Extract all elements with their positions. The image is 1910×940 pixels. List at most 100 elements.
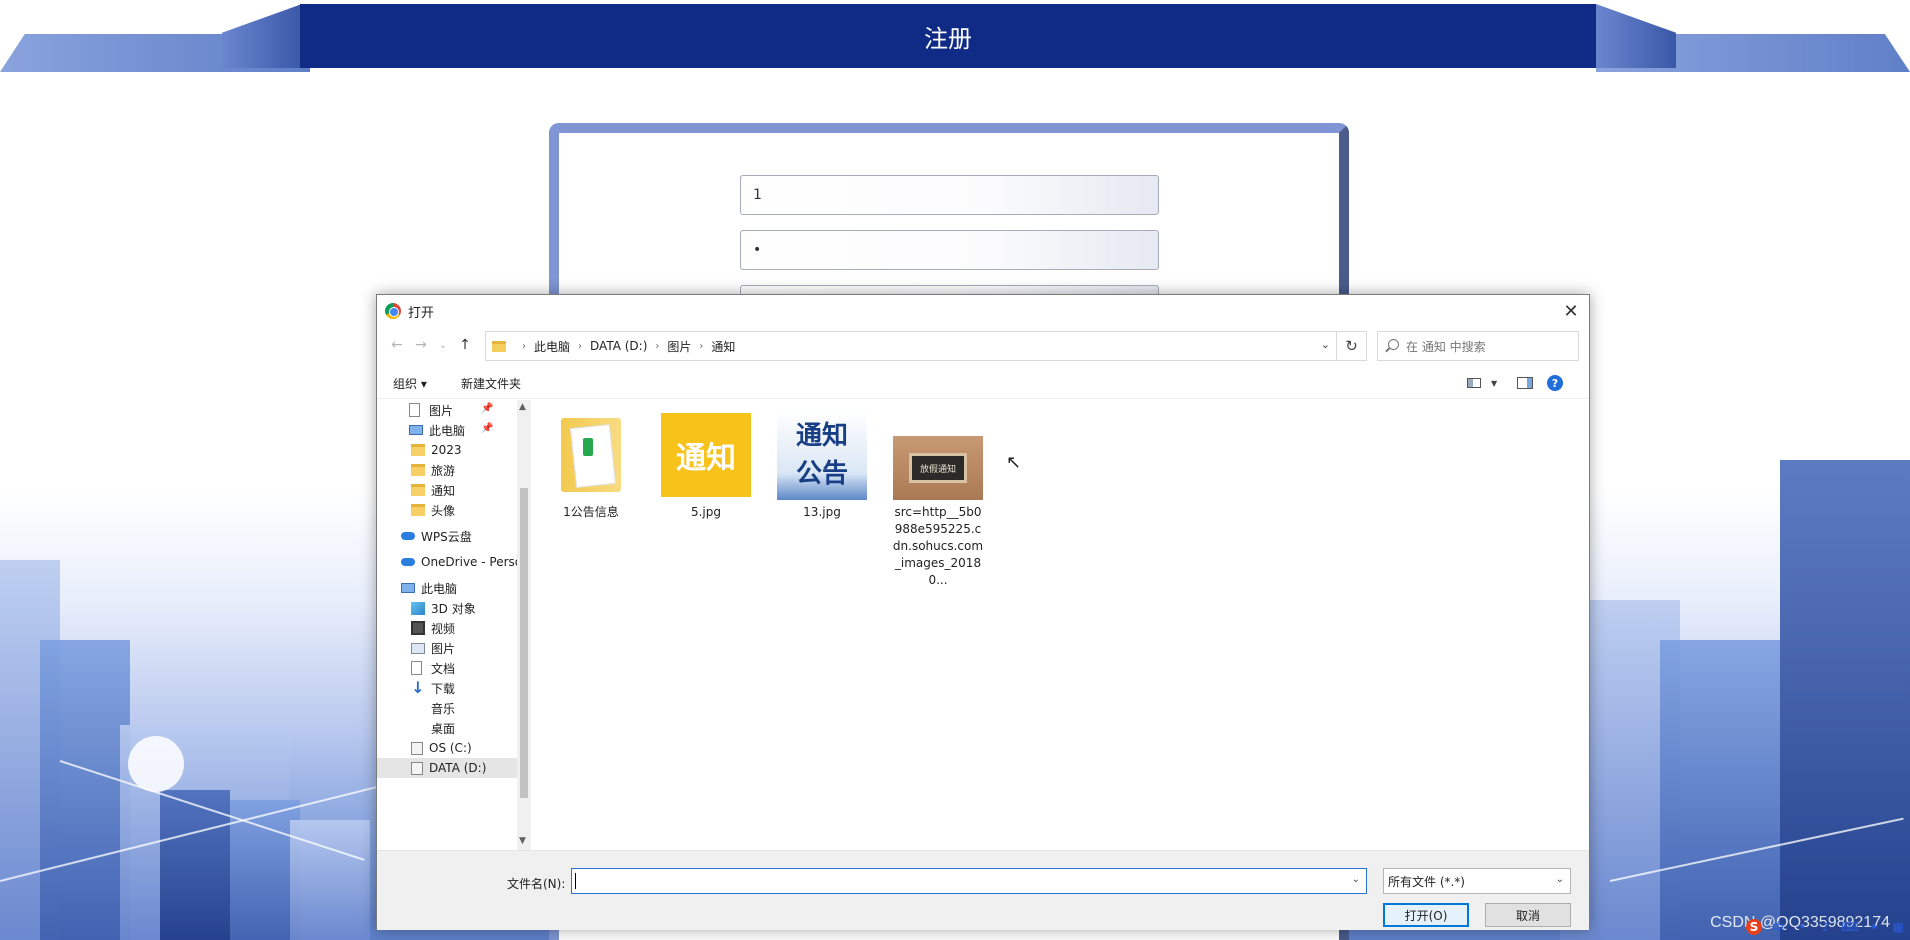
sidebar-item-this-pc-pinned[interactable]: 此电脑 📌 [409, 420, 493, 440]
image-text: 通知公告 [795, 421, 848, 489]
search-input[interactable]: 在 通知 中搜索 [1377, 331, 1579, 361]
drive-icon [411, 741, 423, 755]
image-preview: 放假通知 [893, 436, 983, 500]
sidebar-item-label: 图片 [431, 641, 456, 656]
chevron-right-icon: › [522, 340, 526, 352]
breadcrumb-item[interactable]: DATA (D:) [590, 339, 647, 353]
file-item-folder[interactable]: 1公告信息 [541, 410, 641, 521]
back-arrow-icon[interactable]: ← [387, 335, 407, 355]
scroll-up-icon[interactable]: ▲ [519, 402, 526, 412]
change-view-button[interactable]: ▼ [1467, 373, 1497, 393]
dialog-toolbar: 组织 ▾ 新建文件夹 ▼ ? [377, 367, 1589, 399]
scrollbar-thumb[interactable] [520, 488, 528, 798]
file-name: src=http__5b0988e595225.cdn.sohucs.com_i… [892, 505, 984, 587]
folder-icon [411, 484, 425, 496]
sidebar-item-this-pc[interactable]: 此电脑 [401, 578, 457, 598]
pin-icon: 📌 [481, 403, 494, 414]
search-icon [1388, 339, 1399, 350]
scroll-down-icon[interactable]: ▼ [519, 836, 526, 846]
file-item-image[interactable]: 通知 5.jpg [656, 410, 756, 521]
keyboard-icon[interactable]: ⌨ [1841, 919, 1858, 935]
cancel-button[interactable]: 取消 [1485, 903, 1571, 927]
sidebar-scrollbar[interactable]: ▲ ▼ [517, 400, 531, 850]
drive-icon [411, 761, 423, 775]
breadcrumb-item[interactable]: 通知 [711, 338, 735, 355]
dialog-footer: 文件名(N): ⌄ 所有文件 (*.*) ⌄ 打开(O) 取消 [377, 850, 1589, 930]
download-icon: ↓ [411, 678, 425, 697]
sidebar-item-documents[interactable]: 文档 [411, 658, 455, 678]
sidebar-item-avatar[interactable]: 头像 [411, 500, 455, 520]
sidebar-item-2023[interactable]: 2023 [411, 440, 462, 460]
mouse-cursor-icon: ↖ [1006, 452, 1022, 473]
sidebar-item-videos[interactable]: 视频 [411, 618, 455, 638]
sidebar-item-travel[interactable]: 旅游 [411, 460, 455, 480]
filetype-select[interactable]: 所有文件 (*.*) ⌄ [1383, 868, 1571, 894]
sidebar-item-label: 下载 [431, 681, 456, 696]
desktop-icon [411, 721, 425, 735]
page-title: 注册 [924, 25, 972, 53]
grid-icon[interactable]: ▦ [1890, 919, 1906, 935]
sogou-icon[interactable]: S [1746, 919, 1762, 935]
open-button[interactable]: 打开(O) [1383, 903, 1469, 927]
chevron-down-icon[interactable]: ⌄ [1321, 338, 1330, 351]
view-icon [1467, 378, 1481, 388]
help-button[interactable]: ? [1547, 373, 1563, 393]
sidebar-item-label: 2023 [431, 443, 462, 457]
address-bar[interactable]: › 此电脑 › DATA (D:) › 图片 › 通知 ⌄ [485, 331, 1337, 361]
skin-icon[interactable]: ✦ [1866, 919, 1882, 935]
up-arrow-icon[interactable]: ↑ [455, 335, 475, 355]
microphone-icon[interactable]: ♪ [1818, 919, 1834, 935]
text-caret [575, 873, 576, 889]
skyline-building [1780, 460, 1910, 940]
sidebar-item-os-c[interactable]: OS (C:) [411, 738, 472, 758]
sidebar-item-label: 文档 [431, 661, 456, 676]
chinese-mode-icon[interactable]: 中 [1770, 919, 1786, 935]
document-icon [411, 661, 422, 675]
file-name: 1公告信息 [563, 505, 619, 519]
file-item-image[interactable]: 通知公告 13.jpg [772, 410, 872, 521]
folder-icon [411, 444, 425, 456]
organize-menu[interactable]: 组织 ▾ [393, 375, 427, 392]
preview-pane-button[interactable] [1517, 373, 1533, 393]
folder-icon [561, 418, 621, 492]
sidebar-item-pictures[interactable]: 图片 [411, 638, 455, 658]
breadcrumb-item[interactable]: 图片 [667, 338, 691, 355]
file-name: 13.jpg [803, 505, 841, 519]
pin-icon: 📌 [481, 423, 494, 434]
sidebar-item-3d-objects[interactable]: 3D 对象 [411, 598, 476, 618]
refresh-button[interactable]: ↻ [1337, 331, 1367, 361]
cube-icon [411, 601, 425, 615]
caret-down-icon: ▼ [1491, 378, 1498, 388]
image-preview: 通知公告 [777, 410, 867, 500]
recent-locations-icon[interactable]: ⌄ [433, 335, 453, 355]
chevron-down-icon[interactable]: ⌄ [1352, 874, 1360, 885]
sidebar-item-label: OneDrive - Perso [421, 555, 523, 569]
account-input[interactable]: 1 [740, 175, 1159, 215]
folder-icon [411, 464, 425, 476]
dialog-title: 打开 [408, 305, 435, 321]
sidebar-item-downloads[interactable]: ↓ 下载 [411, 678, 455, 698]
sidebar-item-pictures-pinned[interactable]: 图片 📌 [409, 400, 493, 420]
new-folder-button[interactable]: 新建文件夹 [461, 375, 521, 392]
password-input[interactable]: • [740, 230, 1159, 270]
folder-icon [411, 504, 425, 516]
breadcrumb-item[interactable]: 此电脑 [534, 338, 570, 355]
chevron-right-icon: › [699, 340, 704, 352]
page-header: 注册 [0, 4, 1910, 72]
sidebar-item-notice[interactable]: 通知 [411, 480, 455, 500]
cloud-icon [401, 532, 415, 540]
header-bevel-right [1596, 4, 1676, 68]
ime-toolbar: S 中 • ♪ ⌨ ✦ ▦ [1740, 914, 1910, 940]
sidebar-item-wps-cloud[interactable]: WPS云盘 [401, 526, 472, 546]
sidebar-item-music[interactable]: 音乐 [411, 698, 455, 718]
open-file-dialog: 打开 ✕ ← → ⌄ ↑ › 此电脑 › DATA (D:) › 图片 › 通知… [376, 294, 1590, 930]
punctuation-icon[interactable]: • [1794, 919, 1810, 935]
file-item-image[interactable]: 放假通知 src=http__5b0988e595225.cdn.sohucs.… [888, 410, 988, 589]
sidebar-item-desktop[interactable]: 桌面 [411, 718, 455, 738]
close-button[interactable]: ✕ [1557, 297, 1585, 325]
sidebar-item-onedrive[interactable]: OneDrive - Perso [401, 552, 522, 572]
sidebar-item-label: 头像 [431, 503, 456, 518]
forward-arrow-icon[interactable]: → [411, 335, 431, 355]
sidebar-item-data-d[interactable]: DATA (D:) [377, 758, 517, 778]
filename-input[interactable]: ⌄ [571, 868, 1367, 894]
